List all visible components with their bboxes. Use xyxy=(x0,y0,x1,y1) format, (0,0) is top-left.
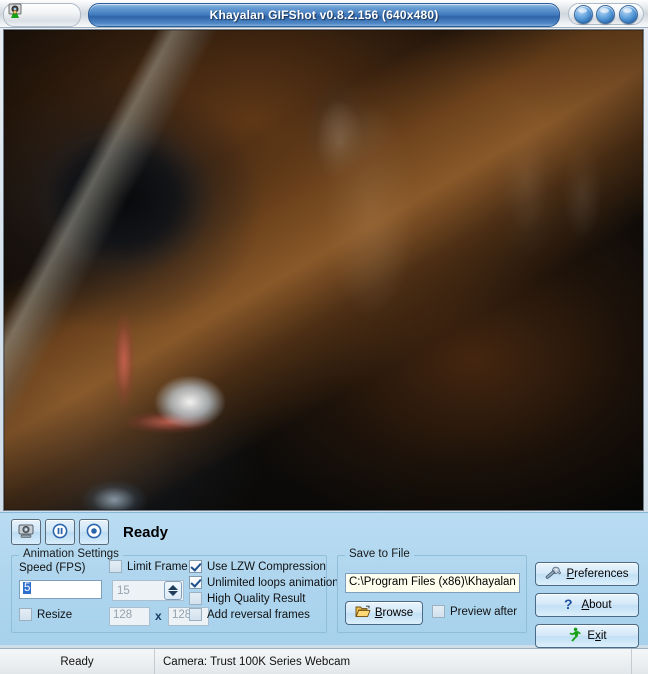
capture-status-label: Ready xyxy=(123,523,169,541)
wrench-icon xyxy=(545,566,562,583)
browse-rest: rowse xyxy=(382,607,414,619)
exit-button[interactable]: Exit xyxy=(535,624,639,648)
pause-button[interactable] xyxy=(45,519,75,545)
chevron-down-icon xyxy=(168,591,178,596)
capture-toolbar: Ready xyxy=(11,519,168,545)
checkbox-use-lzw-compression[interactable] xyxy=(189,560,202,573)
app-icon[interactable] xyxy=(7,3,23,19)
preferences-rest: references xyxy=(574,568,629,580)
speed-fps-input[interactable]: 5 xyxy=(19,580,102,599)
exit-accel: x xyxy=(595,630,601,642)
pause-icon xyxy=(52,523,68,542)
webcam-video-frame xyxy=(4,30,643,510)
checkbox-resize[interactable] xyxy=(19,608,32,621)
resize-grip[interactable] xyxy=(632,649,648,674)
question-mark-icon: ? xyxy=(562,596,576,614)
limit-frame-spinner[interactable]: 15 xyxy=(112,580,184,601)
preferences-button[interactable]: Preferences xyxy=(535,562,639,586)
limit-frame-row: Limit Frame xyxy=(109,560,188,573)
window-controls xyxy=(568,3,644,25)
save-to-file-title: Save to File xyxy=(345,548,414,560)
speed-fps-value: 5 xyxy=(23,582,32,594)
status-bar-status: Ready xyxy=(0,649,155,674)
browse-button-label: Browse xyxy=(375,607,413,619)
checkbox-label: Unlimited loops animation xyxy=(207,576,339,589)
save-to-file-group: Save to File C:\Program Files (x86)\Khay… xyxy=(337,548,527,633)
application-window: Khayalan GIFShot v0.8.2.156 (640x480) Re… xyxy=(0,0,648,674)
save-path-input[interactable]: C:\Program Files (x86)\Khayalan G xyxy=(345,573,520,593)
animation-option-checkboxes: Use LZW Compression Unlimited loops anim… xyxy=(189,560,339,624)
checkbox-label: Add reversal frames xyxy=(207,608,310,621)
checkbox-add-reversal-frames[interactable] xyxy=(189,608,202,621)
title-bar: Khayalan GIFShot v0.8.2.156 (640x480) xyxy=(0,0,648,28)
maximize-button[interactable] xyxy=(596,4,616,24)
checkbox-label: Use LZW Compression xyxy=(207,560,326,573)
resize-multiply-label: x xyxy=(155,609,162,623)
checkbox-unlimited-loops[interactable] xyxy=(189,576,202,589)
about-label: About xyxy=(581,599,611,611)
checkbox-limit-frame[interactable] xyxy=(109,560,122,573)
minimize-button[interactable] xyxy=(573,4,593,24)
checkbox-high-quality-result[interactable] xyxy=(189,592,202,605)
option-row: High Quality Result xyxy=(189,592,339,605)
limit-frame-value: 15 xyxy=(117,584,130,597)
preferences-accel: P xyxy=(566,568,575,580)
browse-button[interactable]: Browse xyxy=(345,601,423,625)
animation-settings-title: Animation Settings xyxy=(19,548,123,560)
option-row: Add reversal frames xyxy=(189,608,339,621)
control-panel: Ready Animation Settings Speed (FPS) 5 L… xyxy=(0,512,648,648)
preview-after-row: Preview after xyxy=(432,605,517,618)
preview-after-label: Preview after xyxy=(450,605,518,618)
open-folder-icon xyxy=(355,605,371,621)
limit-frame-label: Limit Frame xyxy=(127,560,188,573)
checkbox-preview-after[interactable] xyxy=(432,605,445,618)
option-row: Use LZW Compression xyxy=(189,560,339,573)
option-row: Unlimited loops animation xyxy=(189,576,339,589)
animation-settings-group: Animation Settings Speed (FPS) 5 Limit F… xyxy=(11,548,339,633)
window-title: Khayalan GIFShot v0.8.2.156 (640x480) xyxy=(209,8,439,22)
status-bar: Ready Camera: Trust 100K Series Webcam xyxy=(0,648,648,674)
about-button[interactable]: ? About xyxy=(535,593,639,617)
resize-width-input[interactable]: 128 xyxy=(109,607,150,626)
capture-button[interactable] xyxy=(11,519,41,545)
title-plate: Khayalan GIFShot v0.8.2.156 (640x480) xyxy=(88,3,560,27)
webcam-capture-icon xyxy=(17,523,35,542)
chevron-up-icon xyxy=(168,585,178,590)
svg-text:?: ? xyxy=(564,596,573,611)
resize-row: Resize xyxy=(19,608,72,621)
preferences-label: Preferences xyxy=(566,568,628,580)
running-man-icon xyxy=(567,627,582,645)
limit-frame-spinner-arrows[interactable] xyxy=(164,581,182,600)
about-accel: A xyxy=(581,599,590,611)
record-icon xyxy=(86,523,102,542)
about-rest: bout xyxy=(589,599,612,611)
close-button[interactable] xyxy=(619,4,639,24)
resize-label: Resize xyxy=(37,608,73,621)
webcam-live-preview[interactable] xyxy=(3,29,644,511)
record-button[interactable] xyxy=(79,519,109,545)
exit-label: Exit xyxy=(587,630,607,642)
status-bar-camera: Camera: Trust 100K Series Webcam xyxy=(155,649,632,674)
speed-fps-label: Speed (FPS) xyxy=(19,562,86,574)
checkbox-label: High Quality Result xyxy=(207,592,306,605)
